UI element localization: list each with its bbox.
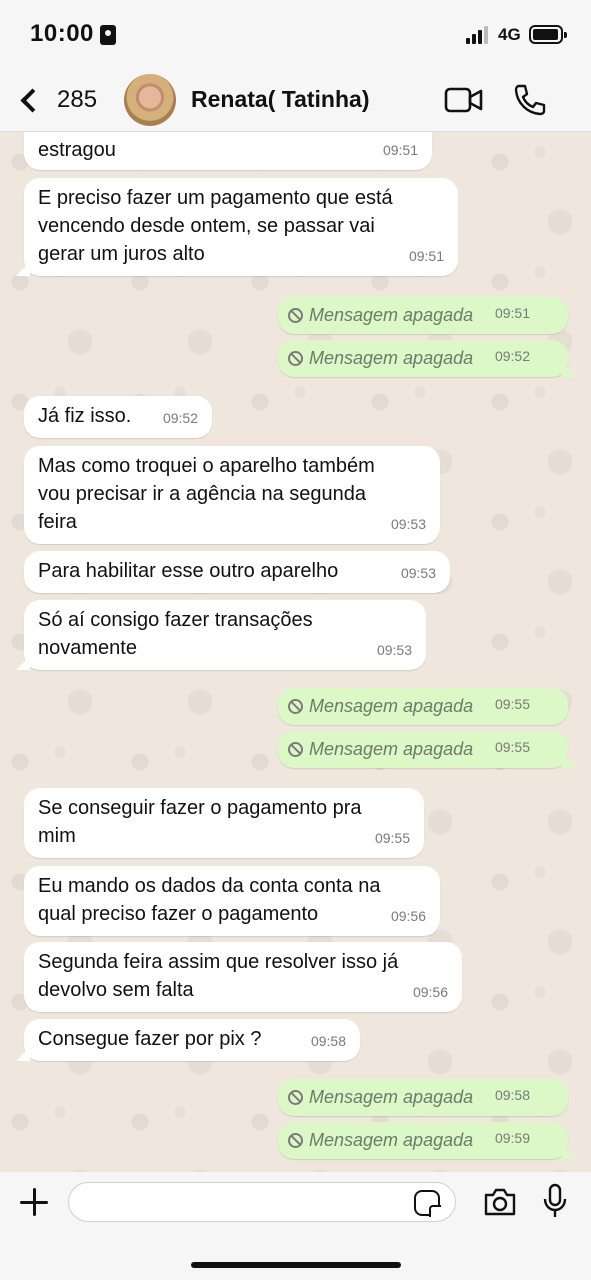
ban-icon — [288, 741, 303, 757]
message-outgoing-deleted[interactable]: Mensagem apagada 09:58 — [278, 1079, 568, 1116]
message-time: 09:55 — [374, 830, 410, 846]
message-time: 09:53 — [376, 642, 412, 658]
message-incoming[interactable]: Para habilitar esse outro aparelho 09:53 — [24, 551, 450, 593]
chevron-left-icon — [20, 87, 45, 113]
message-time: 09:58 — [310, 1033, 346, 1049]
message-text: Para habilitar esse outro aparelho — [38, 560, 339, 582]
ban-icon — [288, 350, 303, 366]
ban-icon — [288, 1089, 303, 1105]
plus-icon[interactable] — [18, 1186, 50, 1218]
message-outgoing-deleted[interactable]: Mensagem apagada 09:51 — [278, 297, 568, 334]
video-camera-icon[interactable] — [444, 86, 484, 114]
message-outgoing-deleted[interactable]: Mensagem apagada 09:55 — [278, 688, 568, 725]
camera-icon[interactable] — [483, 1187, 517, 1217]
message-time: 09:51 — [494, 305, 530, 321]
message-text: Mas como troquei o aparelho também vou p… — [38, 455, 375, 533]
message-time: 09:55 — [494, 739, 530, 755]
message-text: Mensagem apagada — [309, 1087, 474, 1107]
message-time: 09:53 — [390, 516, 426, 532]
message-incoming[interactable]: Consegue fazer por pix ? 09:58 — [16, 1019, 360, 1061]
network-type: 4G — [498, 25, 521, 44]
contact-name[interactable]: Renata( Tatinha) — [191, 86, 369, 113]
message-time: 09:51 — [408, 248, 444, 264]
message-text: Mensagem apagada — [309, 305, 474, 325]
message-input[interactable] — [68, 1182, 456, 1222]
phone-icon[interactable] — [513, 83, 547, 117]
home-indicator[interactable] — [191, 1262, 401, 1268]
ban-icon — [288, 307, 303, 323]
message-time: 09:56 — [390, 908, 426, 924]
chat-header: 285 Renata( Tatinha) — [0, 70, 591, 132]
message-text: Mensagem apagada — [309, 1130, 474, 1150]
chat-messages[interactable]: estragou 09:51 E preciso fazer um pagame… — [0, 132, 591, 1172]
unread-count: 285 — [57, 86, 98, 113]
message-time: 09:59 — [494, 1130, 530, 1146]
contact-card-icon — [100, 25, 116, 45]
message-text: Só aí consigo fazer transações novamente — [38, 609, 313, 659]
message-time: 09:55 — [494, 696, 530, 712]
message-incoming[interactable]: Já fiz isso. 09:52 — [24, 396, 212, 438]
message-text: Consegue fazer por pix ? — [38, 1028, 262, 1050]
message-text: Mensagem apagada — [309, 739, 474, 759]
message-time: 09:52 — [494, 348, 530, 364]
back-button[interactable]: 285 — [14, 80, 97, 120]
message-time: 09:56 — [412, 984, 448, 1000]
avatar[interactable] — [124, 74, 176, 126]
ban-icon — [288, 698, 303, 714]
message-incoming[interactable]: Se conseguir fazer o pagamento pra mim 0… — [24, 788, 424, 858]
message-incoming[interactable]: estragou 09:51 — [24, 132, 432, 170]
ban-icon — [288, 1132, 303, 1148]
message-outgoing-deleted[interactable]: Mensagem apagada 09:55 — [278, 731, 576, 768]
message-incoming[interactable]: Só aí consigo fazer transações novamente… — [16, 600, 426, 670]
message-text: E preciso fazer um pagamento que está ve… — [38, 187, 393, 265]
message-text: Segunda feira assim que resolver isso já… — [38, 951, 399, 1001]
message-text: estragou — [38, 139, 116, 161]
message-time: 09:51 — [382, 142, 418, 158]
message-text: Eu mando os dados da conta conta na qual… — [38, 875, 381, 925]
microphone-icon[interactable] — [542, 1183, 568, 1219]
message-time: 09:58 — [494, 1087, 530, 1103]
status-time: 10:00 — [30, 20, 94, 47]
message-incoming[interactable]: Mas como troquei o aparelho também vou p… — [24, 446, 440, 544]
message-text: Se conseguir fazer o pagamento pra mim — [38, 797, 362, 847]
message-outgoing-deleted[interactable]: Mensagem apagada 09:59 — [278, 1122, 576, 1159]
signal-icon — [466, 26, 492, 44]
message-time: 09:53 — [400, 565, 436, 581]
battery-icon — [529, 25, 567, 44]
message-text: Mensagem apagada — [309, 696, 474, 716]
message-incoming[interactable]: Eu mando os dados da conta conta na qual… — [24, 866, 440, 936]
message-time: 09:52 — [162, 410, 198, 426]
sticker-icon[interactable] — [414, 1190, 441, 1217]
message-incoming[interactable]: E preciso fazer um pagamento que está ve… — [16, 178, 458, 276]
message-text: Mensagem apagada — [309, 348, 474, 368]
status-bar: 10:00 4G — [0, 0, 591, 70]
message-incoming[interactable]: Segunda feira assim que resolver isso já… — [24, 942, 462, 1012]
message-outgoing-deleted[interactable]: Mensagem apagada 09:52 — [278, 340, 576, 377]
